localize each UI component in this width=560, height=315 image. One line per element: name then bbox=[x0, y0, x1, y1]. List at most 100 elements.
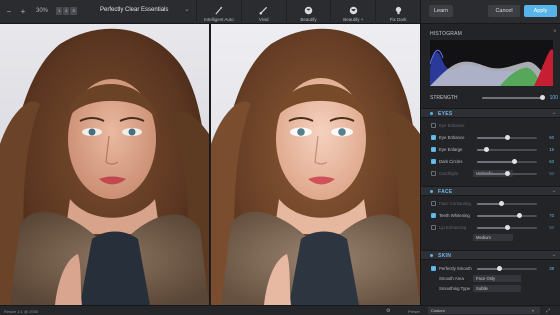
preset-group-title[interactable]: Perfectly Clear Essentials bbox=[100, 7, 168, 13]
lightbulb-icon bbox=[395, 6, 401, 15]
section-toggle-icon[interactable] bbox=[430, 254, 433, 257]
preset-strip: Intelligent Auto Vivid Beautify Beautify… bbox=[196, 0, 420, 24]
face-plus-icon bbox=[349, 6, 358, 15]
enable-checkbox[interactable] bbox=[431, 201, 436, 206]
adjustment-slider[interactable] bbox=[477, 201, 537, 206]
preset-label: Intelligent Auto bbox=[204, 17, 234, 22]
eyes-section-header[interactable]: EYES ⌄ bbox=[421, 108, 560, 118]
adjustment-slider[interactable] bbox=[477, 135, 537, 140]
chevron-down-icon[interactable]: ⌄ bbox=[184, 5, 190, 13]
adjustment-slider-knob[interactable] bbox=[498, 201, 504, 206]
image-size-readout: Resize 1:1 @ 2000 bbox=[4, 309, 39, 314]
adjustment-value: 15 bbox=[549, 147, 554, 152]
enable-checkbox[interactable]: ✓ bbox=[431, 147, 436, 152]
section-toggle-icon[interactable] bbox=[430, 190, 433, 193]
adjustment-slider-fill bbox=[477, 227, 507, 229]
chevron-down-icon[interactable]: ⌄ bbox=[552, 252, 556, 258]
panel-header: Learn Cancel Apply bbox=[421, 0, 560, 24]
adjustment-label: Smooth Area bbox=[439, 276, 464, 281]
adjustment-value: 70 bbox=[549, 213, 554, 218]
strength-value: 100 bbox=[549, 95, 558, 101]
adjustment-label: Catchlight bbox=[439, 171, 459, 176]
adjustment-row: Lip Enhancing 50 bbox=[421, 224, 560, 232]
learn-button[interactable]: Learn bbox=[429, 5, 453, 17]
zoom-level[interactable]: 30% bbox=[36, 8, 48, 14]
enable-checkbox[interactable] bbox=[431, 171, 436, 176]
strength-slider-knob[interactable] bbox=[539, 95, 545, 100]
adjustment-slider[interactable] bbox=[477, 266, 537, 271]
photo-canvas[interactable] bbox=[0, 24, 420, 305]
preset-label: Beautify bbox=[300, 17, 317, 22]
adjustment-slider-fill bbox=[477, 203, 501, 205]
adjustment-slider-knob[interactable] bbox=[497, 266, 503, 271]
enable-checkbox[interactable]: ✓ bbox=[431, 213, 436, 218]
adjustment-row: ✓ Perfectly Smooth 38 bbox=[421, 265, 560, 273]
adjustment-slider-knob[interactable] bbox=[504, 171, 510, 176]
expand-icon[interactable]: ⤢ bbox=[546, 308, 550, 314]
view-mode-split[interactable]: 2 bbox=[63, 7, 70, 15]
strength-label: STRENGTH bbox=[430, 95, 458, 101]
adjustment-slider-knob[interactable] bbox=[516, 213, 522, 218]
skin-section-header[interactable]: SKIN ⌄ bbox=[421, 250, 560, 260]
preset-vivid[interactable]: Vivid bbox=[240, 0, 286, 24]
adjustment-slider-knob[interactable] bbox=[504, 225, 510, 230]
adjustment-slider-fill bbox=[477, 161, 515, 163]
adjustment-label: Teeth Whitening bbox=[439, 213, 470, 218]
adjustment-slider[interactable] bbox=[477, 225, 537, 230]
adjustment-slider[interactable] bbox=[477, 171, 537, 176]
adjustment-label: Eye Enlarge bbox=[439, 147, 463, 152]
adjustment-slider-knob[interactable] bbox=[504, 135, 510, 140]
section-title: SKIN bbox=[438, 253, 452, 259]
zoom-out-icon[interactable]: − bbox=[4, 6, 14, 16]
adjustment-label: Face Contouring bbox=[439, 201, 471, 206]
adjustment-slider-fill bbox=[477, 215, 519, 217]
top-toolbar: − + 30% 1 2 3 Perfectly Clear Essentials… bbox=[0, 0, 420, 24]
preset-select[interactable]: Custom bbox=[428, 307, 540, 314]
adjustment-label: Perfectly Smooth bbox=[439, 266, 472, 271]
preset-label: Preset bbox=[408, 309, 420, 314]
zoom-in-icon[interactable]: + bbox=[18, 6, 28, 16]
adjustment-slider[interactable] bbox=[477, 159, 537, 164]
view-mode-side-by-side[interactable]: 3 bbox=[70, 7, 77, 15]
histogram-title: HISTOGRAM bbox=[430, 31, 462, 37]
enable-checkbox[interactable]: ✓ bbox=[431, 266, 436, 271]
preset-beautify-plus[interactable]: Beautify + bbox=[330, 0, 375, 24]
preset-beautify[interactable]: Beautify bbox=[285, 0, 331, 24]
adjustment-value: 50 bbox=[549, 225, 554, 230]
close-icon[interactable]: × bbox=[553, 29, 557, 35]
chevron-down-icon[interactable]: ⌄ bbox=[552, 110, 556, 116]
adjustment-label: Eye Enhance bbox=[439, 135, 465, 140]
apply-button[interactable]: Apply bbox=[524, 5, 557, 17]
chevron-down-icon[interactable]: ⌄ bbox=[552, 188, 556, 194]
face-section-header[interactable]: FACE ⌄ bbox=[421, 186, 560, 196]
adjustment-slider-fill bbox=[477, 137, 507, 139]
section-toggle-icon[interactable] bbox=[430, 112, 433, 115]
adjustment-value: 63 bbox=[549, 159, 554, 164]
cancel-button[interactable]: Cancel bbox=[488, 5, 520, 17]
enable-checkbox[interactable] bbox=[431, 123, 436, 128]
strength-slider[interactable] bbox=[482, 95, 545, 100]
view-mode-single[interactable]: 1 bbox=[56, 7, 63, 15]
enable-checkbox[interactable]: ✓ bbox=[431, 159, 436, 164]
adjustment-label: Lip Enhancing bbox=[439, 225, 467, 230]
adjustment-slider[interactable] bbox=[477, 147, 537, 152]
adjustment-value: 38 bbox=[549, 266, 554, 271]
preset-label: Vivid bbox=[258, 17, 269, 22]
enable-checkbox[interactable] bbox=[431, 225, 436, 230]
enable-checkbox[interactable]: ✓ bbox=[431, 135, 436, 140]
adjustment-value: 50 bbox=[549, 171, 554, 176]
preset-fix-dark[interactable]: Fix Dark bbox=[375, 0, 420, 24]
adjustment-row: Catchlight 50 bbox=[421, 170, 560, 178]
preset-intelligent-auto[interactable]: Intelligent Auto bbox=[196, 0, 241, 24]
adjustment-slider-knob[interactable] bbox=[512, 159, 518, 164]
adjustment-slider[interactable] bbox=[477, 213, 537, 218]
section-title: EYES bbox=[438, 111, 453, 117]
strength-control: STRENGTH 100 bbox=[430, 94, 558, 102]
settings-icon[interactable]: ⚙ bbox=[386, 308, 390, 314]
adjustment-row: Face Contouring bbox=[421, 200, 560, 208]
lip-color-select[interactable]: Medium bbox=[473, 234, 513, 241]
chevron-down-icon[interactable]: ▾ bbox=[532, 308, 534, 313]
strength-slider-fill bbox=[482, 97, 542, 99]
adjustment-slider-knob[interactable] bbox=[483, 147, 489, 152]
preset-label: Beautify + bbox=[343, 17, 364, 22]
